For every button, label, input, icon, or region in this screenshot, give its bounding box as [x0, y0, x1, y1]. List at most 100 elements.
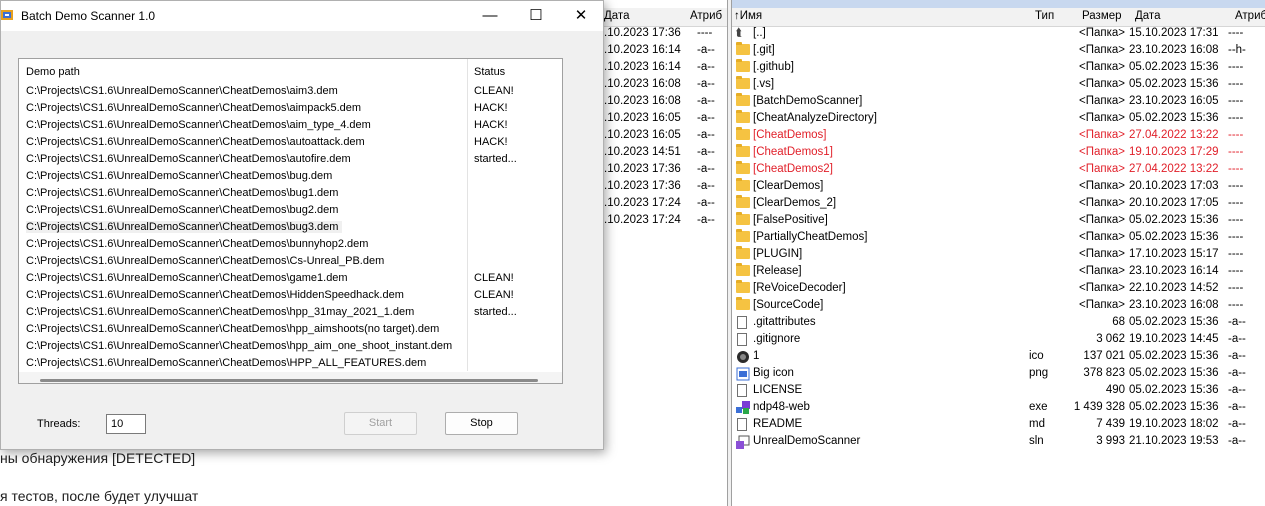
file-list-row[interactable]: .10.2023 16:08 -a-- — [590, 77, 727, 94]
file-list-row[interactable]: .10.2023 17:24 -a-- — [590, 196, 727, 213]
file-name-cell: .gitignore — [753, 333, 801, 345]
status-column-header[interactable]: Status — [474, 66, 505, 78]
demo-list-row[interactable]: C:\Projects\CS1.6\UnrealDemoScanner\Chea… — [19, 185, 562, 202]
demo-list-row[interactable]: C:\Projects\CS1.6\UnrealDemoScanner\Chea… — [19, 236, 562, 253]
file-list-row[interactable]: [ClearDemos] <Папка> 20.10.2023 17:03 ---- — [732, 178, 1265, 196]
attr-column-header[interactable]: Атриб — [1235, 10, 1265, 22]
file-list-row[interactable]: [FalsePositive] <Папка> 05.02.2023 15:36 --… — [732, 212, 1265, 230]
file-list-row[interactable]: [CheatDemos2] <Папка> 27.04.2022 13:22 ---- — [732, 161, 1265, 179]
file-list-row[interactable]: .10.2023 16:05 -a-- — [590, 111, 727, 128]
path-bar[interactable] — [732, 0, 1265, 8]
file-list-row[interactable]: .10.2023 16:05 -a-- — [590, 128, 727, 145]
demo-list-row[interactable]: C:\Projects\CS1.6\UnrealDemoScanner\Chea… — [19, 287, 562, 304]
background-text-line: я тестов, после будет улучшат — [0, 488, 199, 504]
demo-list-row[interactable]: C:\Projects\CS1.6\UnrealDemoScanner\Chea… — [19, 202, 562, 219]
file-list-row[interactable]: 1 ico 137 021 05.02.2023 15:36 -a-- — [732, 349, 1265, 366]
demo-list[interactable]: Demo path Status C:\Projects\CS1.6\Unrea… — [18, 58, 563, 384]
file-list-row[interactable]: [CheatDemos1] <Папка> 19.10.2023 17:29 ---- — [732, 144, 1265, 162]
demo-list-row[interactable]: C:\Projects\CS1.6\UnrealDemoScanner\Chea… — [19, 304, 562, 321]
close-button[interactable]: ✕ — [558, 1, 604, 31]
file-list-row[interactable]: ⮬ [..] <Папка> 15.10.2023 17:31 ---- — [732, 26, 1265, 43]
demo-path-cell: C:\Projects\CS1.6\UnrealDemoScanner\Chea… — [26, 255, 385, 267]
file-attr-cell: ---- — [1228, 282, 1244, 294]
file-list-row[interactable]: ndp48-web exe 1 439 328 05.02.2023 15:36 -a-… — [732, 400, 1265, 417]
file-size-cell: <Папка> — [1079, 214, 1125, 226]
date-column-header[interactable]: Дата — [1135, 10, 1160, 22]
file-list-row[interactable]: .10.2023 16:14 -a-- — [590, 60, 727, 77]
file-list-row[interactable]: Big icon png 378 823 05.02.2023 15:36 -a-- — [732, 366, 1265, 383]
file-list-row[interactable]: [.vs] <Папка> 05.02.2023 15:36 ---- — [732, 76, 1265, 94]
demo-list-row[interactable]: C:\Projects\CS1.6\UnrealDemoScanner\Chea… — [19, 270, 562, 287]
file-date-cell: .10.2023 16:14 — [604, 44, 681, 56]
file-list-row[interactable]: .10.2023 17:36 -a-- — [590, 162, 727, 179]
file-list-row[interactable]: .gitattributes 68 05.02.2023 15:36 -a-- — [732, 315, 1265, 332]
horizontal-scrollbar[interactable] — [19, 372, 562, 383]
folder-icon — [736, 178, 750, 191]
file-date-cell: 23.10.2023 16:08 — [1129, 44, 1219, 56]
date-column-header[interactable]: Дата — [604, 10, 629, 22]
title-bar[interactable]: Batch Demo Scanner 1.0 — ☐ ✕ — [1, 1, 603, 31]
minimize-button[interactable]: — — [467, 1, 513, 31]
demo-list-row[interactable]: C:\Projects\CS1.6\UnrealDemoScanner\Chea… — [19, 321, 562, 338]
demo-list-row[interactable]: C:\Projects\CS1.6\UnrealDemoScanner\Chea… — [19, 338, 562, 355]
file-list-row[interactable]: [Release] <Папка> 23.10.2023 16:14 ---- — [732, 263, 1265, 281]
stop-button[interactable]: Stop — [445, 412, 518, 435]
demo-list-row[interactable]: C:\Projects\CS1.6\UnrealDemoScanner\Chea… — [19, 134, 562, 151]
demo-list-row[interactable]: C:\Projects\CS1.6\UnrealDemoScanner\Chea… — [19, 355, 562, 372]
file-list-row[interactable]: [PartiallyCheatDemos] <Папка> 05.02.2023 1… — [732, 229, 1265, 247]
file-list-row[interactable]: README md 7 439 19.10.2023 18:02 -a-- — [732, 417, 1265, 434]
file-date-cell: .10.2023 17:36 — [604, 27, 681, 39]
file-list-row[interactable]: .10.2023 17:24 -a-- — [590, 213, 727, 230]
file-list-row[interactable]: [PLUGIN] <Папка> 17.10.2023 15:17 ---- — [732, 246, 1265, 264]
file-date-cell: 23.10.2023 16:05 — [1129, 95, 1219, 107]
file-list-row[interactable]: .10.2023 16:14 -a-- — [590, 43, 727, 60]
size-column-header[interactable]: Размер — [1082, 10, 1122, 22]
file-date-cell: 05.02.2023 15:36 — [1129, 350, 1219, 362]
demo-path-column-header[interactable]: Demo path — [26, 66, 80, 78]
maximize-button[interactable]: ☐ — [513, 1, 559, 31]
file-date-cell: .10.2023 17:36 — [604, 180, 681, 192]
threads-input[interactable]: 10 — [106, 414, 146, 434]
folder-icon — [736, 42, 750, 55]
file-list-row[interactable]: [.github] <Папка> 05.02.2023 15:36 ---- — [732, 59, 1265, 77]
file-list-row[interactable]: [BatchDemoScanner] <Папка> 23.10.2023 16:0… — [732, 93, 1265, 111]
file-date-cell: 05.02.2023 15:36 — [1129, 112, 1219, 124]
file-list-row[interactable]: UnrealDemoScanner sln 3 993 21.10.2023 19:5… — [732, 434, 1265, 451]
type-column-header[interactable]: Тип — [1035, 10, 1054, 22]
demo-list-row[interactable]: C:\Projects\CS1.6\UnrealDemoScanner\Chea… — [19, 151, 562, 168]
file-date-cell: .10.2023 16:05 — [604, 129, 681, 141]
demo-list-row[interactable]: C:\Projects\CS1.6\UnrealDemoScanner\Chea… — [19, 168, 562, 185]
file-date-cell: .10.2023 16:08 — [604, 95, 681, 107]
file-attr-cell: ---- — [1228, 27, 1244, 39]
demo-list-row[interactable]: C:\Projects\CS1.6\UnrealDemoScanner\Chea… — [19, 253, 562, 270]
file-list-row[interactable]: .10.2023 17:36 -a-- — [590, 179, 727, 196]
attr-column-header[interactable]: Атриб — [690, 10, 722, 22]
file-date-cell: 05.02.2023 15:36 — [1129, 367, 1219, 379]
name-column-header[interactable]: ↑Имя — [734, 10, 762, 22]
file-date-cell: 20.10.2023 17:03 — [1129, 180, 1219, 192]
demo-list-row[interactable]: C:\Projects\CS1.6\UnrealDemoScanner\Chea… — [19, 219, 562, 236]
folder-icon — [736, 195, 750, 208]
file-list-row[interactable]: [CheatAnalyzeDirectory] <Папка> 05.02.2023… — [732, 110, 1265, 128]
file-list-row[interactable]: .10.2023 16:08 -a-- — [590, 94, 727, 111]
file-list-row[interactable]: [CheatDemos] <Папка> 27.04.2022 13:22 ---- — [732, 127, 1265, 145]
mid-column-header[interactable]: Дата Атриб — [590, 8, 727, 27]
file-list-row[interactable]: .gitignore 3 062 19.10.2023 14:45 -a-- — [732, 332, 1265, 349]
demo-list-row[interactable]: C:\Projects\CS1.6\UnrealDemoScanner\Chea… — [19, 117, 562, 134]
file-list-row[interactable]: [SourceCode] <Папка> 23.10.2023 16:08 ---- — [732, 297, 1265, 315]
file-list-row[interactable]: .10.2023 17:36 ---- — [590, 26, 727, 43]
demo-status-cell: CLEAN! — [474, 85, 514, 97]
demo-list-row[interactable]: C:\Projects\CS1.6\UnrealDemoScanner\Chea… — [19, 100, 562, 117]
file-attr-cell: -a-- — [697, 95, 715, 107]
file-date-cell: 15.10.2023 17:31 — [1129, 27, 1219, 39]
file-attr-cell: -a-- — [1228, 333, 1246, 345]
file-list-row[interactable]: [ReVoiceDecoder] <Папка> 22.10.2023 14:52-… — [732, 280, 1265, 298]
file-list-row[interactable]: .10.2023 14:51 -a-- — [590, 145, 727, 162]
file-list-row[interactable]: [.git] <Папка> 23.10.2023 16:08 --h- — [732, 42, 1265, 60]
demo-list-row[interactable]: C:\Projects\CS1.6\UnrealDemoScanner\Chea… — [19, 83, 562, 100]
file-list-row[interactable]: LICENSE 490 05.02.2023 15:36 -a-- — [732, 383, 1265, 400]
file-date-cell: .10.2023 16:14 — [604, 61, 681, 73]
start-button[interactable]: Start — [344, 412, 417, 435]
file-list-row[interactable]: [ClearDemos_2] <Папка> 20.10.2023 17:05 ---… — [732, 195, 1265, 213]
horizontal-scrollbar-thumb[interactable] — [40, 379, 538, 382]
